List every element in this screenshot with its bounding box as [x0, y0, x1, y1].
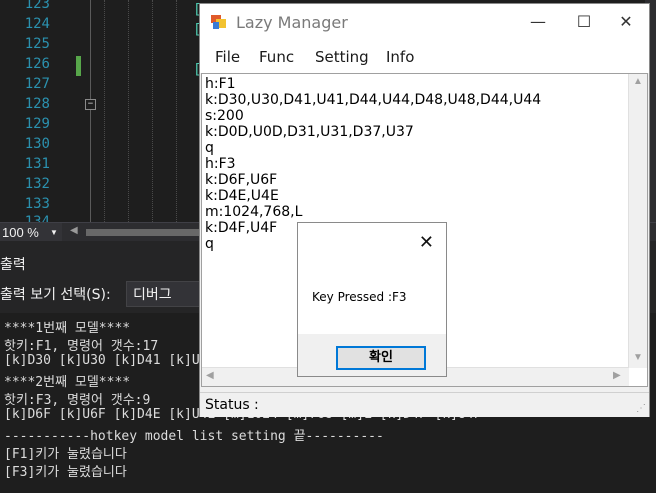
script-line: k:D4F,U4F	[205, 220, 278, 236]
ok-button[interactable]: 확인	[336, 346, 426, 370]
output-line: 핫키:F1, 명령어 갯수:17	[4, 339, 159, 354]
script-line: m:1024,768,L	[205, 204, 303, 220]
output-line: [k]D30 [k]U30 [k]D41 [k]U	[4, 353, 200, 368]
output-line: ****2번째 모델****	[4, 375, 131, 390]
message-text: Key Pressed :F3	[312, 290, 407, 304]
indent-guide	[152, 0, 153, 222]
zoom-value: 100 %	[2, 225, 39, 240]
menu-file[interactable]: File	[215, 48, 240, 66]
scroll-down-icon[interactable]: ▼	[633, 352, 643, 363]
menu-setting[interactable]: Setting	[315, 48, 369, 66]
window-title: Lazy Manager	[236, 13, 348, 32]
indent-guide	[128, 0, 129, 222]
text-vertical-scrollbar[interactable]: ▲ ▼	[628, 74, 647, 368]
line-number: 126	[24, 56, 50, 72]
scroll-left-icon[interactable]: ◀	[206, 370, 214, 381]
output-pane-title: 출력	[0, 257, 26, 273]
zoom-dropdown[interactable]: 100 % ▼	[0, 223, 62, 242]
indent-guide	[176, 0, 177, 222]
app-icon	[211, 15, 226, 29]
scroll-up-icon[interactable]: ▲	[633, 76, 643, 87]
close-icon[interactable]: ✕	[419, 232, 434, 253]
window-titlebar[interactable]: Lazy Manager — ☐ ✕	[200, 4, 649, 40]
scroll-left-icon[interactable]: ◀	[70, 225, 78, 236]
script-line: q	[205, 236, 214, 252]
close-icon[interactable]: ✕	[603, 4, 649, 40]
script-line: s:200	[205, 108, 244, 124]
line-number: 134	[24, 214, 50, 222]
line-number: 123	[24, 0, 50, 12]
change-indicator	[76, 56, 81, 76]
line-number: 127	[24, 76, 50, 92]
output-line: [F1]키가 눌렸습니다	[4, 447, 127, 462]
output-line: 핫키:F3, 명령어 갯수:9	[4, 393, 151, 408]
output-line: -----------hotkey model list setting 끝--…	[4, 429, 384, 444]
scroll-right-icon[interactable]: ▶	[613, 370, 621, 381]
script-line: k:D6F,U6F	[205, 172, 278, 188]
menu-func[interactable]: Func	[259, 48, 294, 66]
line-number: 125	[24, 36, 50, 52]
line-number: 124	[24, 16, 50, 32]
script-line: q	[205, 140, 214, 156]
fold-guide	[90, 0, 91, 222]
output-line: [F3]키가 눌렸습니다	[4, 465, 127, 480]
script-line: h:F3	[205, 156, 236, 172]
message-box: ✕ Key Pressed :F3 확인	[297, 222, 447, 377]
output-source-select[interactable]: 디버그	[126, 281, 206, 307]
output-line: ****1번째 모델****	[4, 321, 131, 336]
line-number-gutter: 123 124 125 126 127 128 129 130 131 132 …	[0, 0, 72, 222]
status-bar: Status : ⋰	[200, 392, 649, 417]
minimize-icon[interactable]: —	[515, 4, 561, 40]
script-line: k:D30,U30,D41,U41,D44,U44,D48,U48,D44,U4…	[205, 92, 542, 108]
maximize-icon[interactable]: ☐	[561, 4, 607, 40]
line-number: 131	[24, 156, 50, 172]
status-label: Status :	[205, 397, 259, 413]
resize-grip-icon[interactable]: ⋰	[636, 403, 646, 414]
menu-bar: File Func Setting Info	[200, 40, 649, 73]
script-line: k:D4E,U4E	[205, 188, 279, 204]
script-line: k:D0D,U0D,D31,U31,D37,U37	[205, 124, 414, 140]
line-number: 130	[24, 136, 50, 152]
editor-horizontal-scroll-thumb[interactable]	[86, 229, 206, 236]
line-number: 132	[24, 176, 50, 192]
indent-guide	[104, 0, 105, 222]
script-line: h:F1	[205, 76, 236, 92]
output-source-label: 출력 보기 선택(S):	[0, 287, 111, 303]
line-number: 129	[24, 116, 50, 132]
line-number: 133	[24, 196, 50, 212]
collapse-icon[interactable]: −	[85, 99, 96, 110]
message-footer: 확인	[298, 334, 446, 376]
line-number: 128	[24, 96, 50, 112]
chevron-down-icon: ▼	[50, 228, 58, 237]
menu-info[interactable]: Info	[386, 48, 414, 66]
